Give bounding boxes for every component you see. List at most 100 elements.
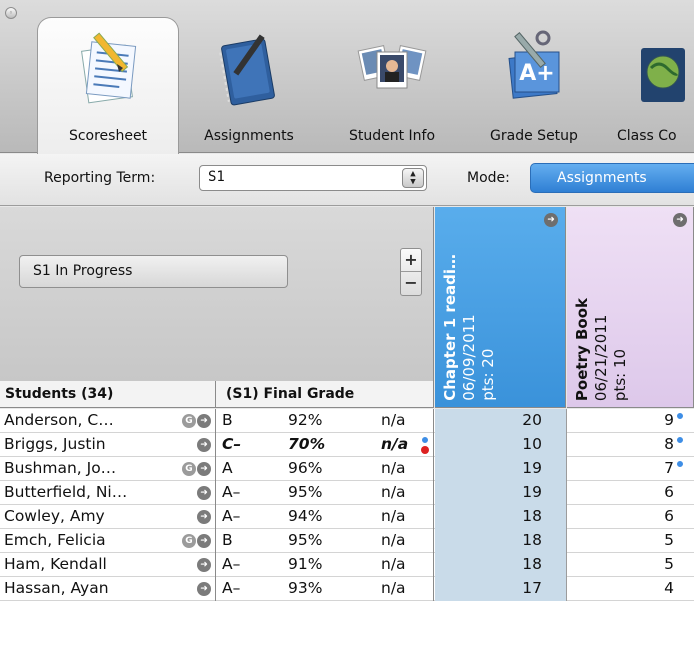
table-row[interactable]: Emch, Felicia G ➜ B 95% n/a 18 5	[0, 529, 694, 553]
column-divider	[215, 553, 216, 577]
student-name[interactable]: Bushman, Jo…	[4, 457, 180, 481]
grade-percent: 95%	[288, 483, 323, 501]
letter-grade: A–	[222, 555, 241, 573]
note-flag-icon[interactable]	[676, 436, 684, 444]
column-divider	[215, 481, 216, 505]
assignment-detail-arrow-icon[interactable]: ➜	[673, 213, 687, 227]
score-cell[interactable]: 20	[435, 409, 566, 433]
student-detail-arrow-icon[interactable]: ➜	[197, 582, 211, 596]
assignment-header-poetry-book[interactable]: ➜ Poetry Book 06/21/2011 pts: 10	[567, 207, 694, 408]
window-collapse-button[interactable]: ◦	[5, 7, 17, 19]
minus-button[interactable]: −	[401, 272, 421, 295]
column-divider	[433, 481, 434, 505]
letter-grade: A–	[222, 483, 241, 501]
grade-percent: 93%	[288, 579, 323, 597]
table-row[interactable]: Cowley, Amy ➜ A– 94% n/a 18 6	[0, 505, 694, 529]
score-cell[interactable]: 7	[567, 457, 694, 481]
assignment-detail-arrow-icon[interactable]: ➜	[544, 213, 558, 227]
table-row[interactable]: Ham, Kendall ➜ A– 91% n/a 18 5	[0, 553, 694, 577]
select-arrows-icon: ▲ ▼	[402, 168, 424, 188]
score-cell[interactable]: 18	[435, 529, 566, 553]
student-detail-arrow-icon[interactable]: ➜	[197, 534, 211, 548]
column-divider	[215, 457, 216, 481]
student-name[interactable]: Briggs, Justin	[4, 433, 180, 457]
grade-status: n/a	[381, 483, 406, 501]
student-detail-arrow-icon[interactable]: ➜	[197, 486, 211, 500]
assignment-points: pts: 10	[611, 348, 629, 401]
toolbar-item-assignments[interactable]: Assignments	[186, 20, 312, 150]
student-detail-arrow-icon[interactable]: ➜	[197, 414, 211, 428]
toolbar-label-grade-setup: Grade Setup	[490, 128, 578, 144]
grade-percent: 91%	[288, 555, 323, 573]
score-cell[interactable]: 19	[435, 481, 566, 505]
grade-percent: 96%	[288, 459, 323, 477]
g-badge-icon[interactable]: G	[182, 462, 196, 476]
student-name[interactable]: Emch, Felicia	[4, 529, 180, 553]
table-row[interactable]: Briggs, Justin ➜ C– 70% n/a 10 8	[0, 433, 694, 457]
grade-status: n/a	[381, 411, 406, 429]
student-name[interactable]: Butterfield, Ni…	[4, 481, 180, 505]
note-flag-icon[interactable]	[421, 436, 429, 444]
reporting-term-value: S1	[208, 169, 225, 185]
table-row[interactable]: Anderson, C… G ➜ B 92% n/a 20 9	[0, 409, 694, 433]
column-divider	[433, 457, 434, 481]
table-row[interactable]: Bushman, Jo… G ➜ A 96% n/a 19 7	[0, 457, 694, 481]
assignment-header-text: Poetry Book 06/21/2011 pts: 10	[573, 298, 630, 401]
assignment-title: Chapter 1 readi…	[441, 254, 459, 401]
column-divider	[215, 505, 216, 529]
students-column-header[interactable]: Students (34)	[5, 386, 113, 402]
assignment-title: Poetry Book	[573, 297, 591, 401]
g-badge-icon[interactable]: G	[182, 414, 196, 428]
final-grade-column-header[interactable]: (S1) Final Grade	[226, 386, 354, 402]
score-cell[interactable]: 5	[567, 553, 694, 577]
score-cell[interactable]: 10	[435, 433, 566, 457]
score-cell[interactable]: 18	[435, 505, 566, 529]
term-panel: S1 In Progress + −	[0, 207, 434, 381]
toolbar-label-scoresheet: Scoresheet	[68, 128, 148, 144]
column-divider	[433, 433, 434, 457]
student-detail-arrow-icon[interactable]: ➜	[197, 510, 211, 524]
letter-grade: C–	[222, 435, 242, 453]
score-cell[interactable]: 5	[567, 529, 694, 553]
toolbar-item-class-co[interactable]: Class Co	[612, 20, 694, 150]
student-name[interactable]: Ham, Kendall	[4, 553, 180, 577]
reporting-term-select[interactable]: S1 ▲ ▼	[199, 165, 427, 191]
score-cell[interactable]: 9	[567, 409, 694, 433]
g-badge-icon[interactable]: G	[182, 534, 196, 548]
assignment-header-chapter-1[interactable]: ➜ Chapter 1 readi… 06/09/2011 pts: 20	[435, 207, 566, 408]
term-status-button[interactable]: S1 In Progress	[19, 255, 288, 288]
grade-status: n/a	[381, 555, 406, 573]
score-cell[interactable]: 6	[567, 505, 694, 529]
letter-grade: B	[222, 531, 233, 549]
scoresheet-icon	[81, 32, 137, 104]
grade-status: n/a	[381, 531, 406, 549]
zoom-stepper: + −	[400, 248, 422, 296]
score-cell[interactable]: 19	[435, 457, 566, 481]
grade-status: n/a	[381, 579, 406, 597]
student-detail-arrow-icon[interactable]: ➜	[197, 438, 211, 452]
student-name[interactable]: Anderson, C…	[4, 409, 180, 433]
toolbar-item-student-info[interactable]: Student Info	[330, 20, 454, 150]
table-row[interactable]: Hassan, Ayan ➜ A– 93% n/a 17 4	[0, 577, 694, 601]
student-detail-arrow-icon[interactable]: ➜	[197, 462, 211, 476]
plus-button[interactable]: +	[401, 249, 421, 272]
student-detail-arrow-icon[interactable]: ➜	[197, 558, 211, 572]
notebook-icon	[219, 34, 275, 106]
table-row[interactable]: Butterfield, Ni… ➜ A– 95% n/a 19 6	[0, 481, 694, 505]
alert-flag-icon[interactable]	[421, 446, 429, 454]
note-flag-icon[interactable]	[676, 412, 684, 420]
student-name[interactable]: Hassan, Ayan	[4, 577, 180, 601]
mode-label: Mode:	[467, 170, 510, 186]
score-cell[interactable]: 17	[435, 577, 566, 601]
toolbar-item-scoresheet[interactable]: Scoresheet	[40, 20, 176, 150]
grade-status: n/a	[381, 459, 406, 477]
toolbar-item-grade-setup[interactable]: A+ Grade Setup	[474, 20, 594, 150]
score-cell[interactable]: 18	[435, 553, 566, 577]
toolbar-label-class-co: Class Co	[617, 128, 677, 144]
score-cell[interactable]: 8	[567, 433, 694, 457]
score-cell[interactable]: 4	[567, 577, 694, 601]
mode-assignments-button[interactable]: Assignments	[530, 163, 694, 193]
note-flag-icon[interactable]	[676, 460, 684, 468]
student-name[interactable]: Cowley, Amy	[4, 505, 180, 529]
score-cell[interactable]: 6	[567, 481, 694, 505]
